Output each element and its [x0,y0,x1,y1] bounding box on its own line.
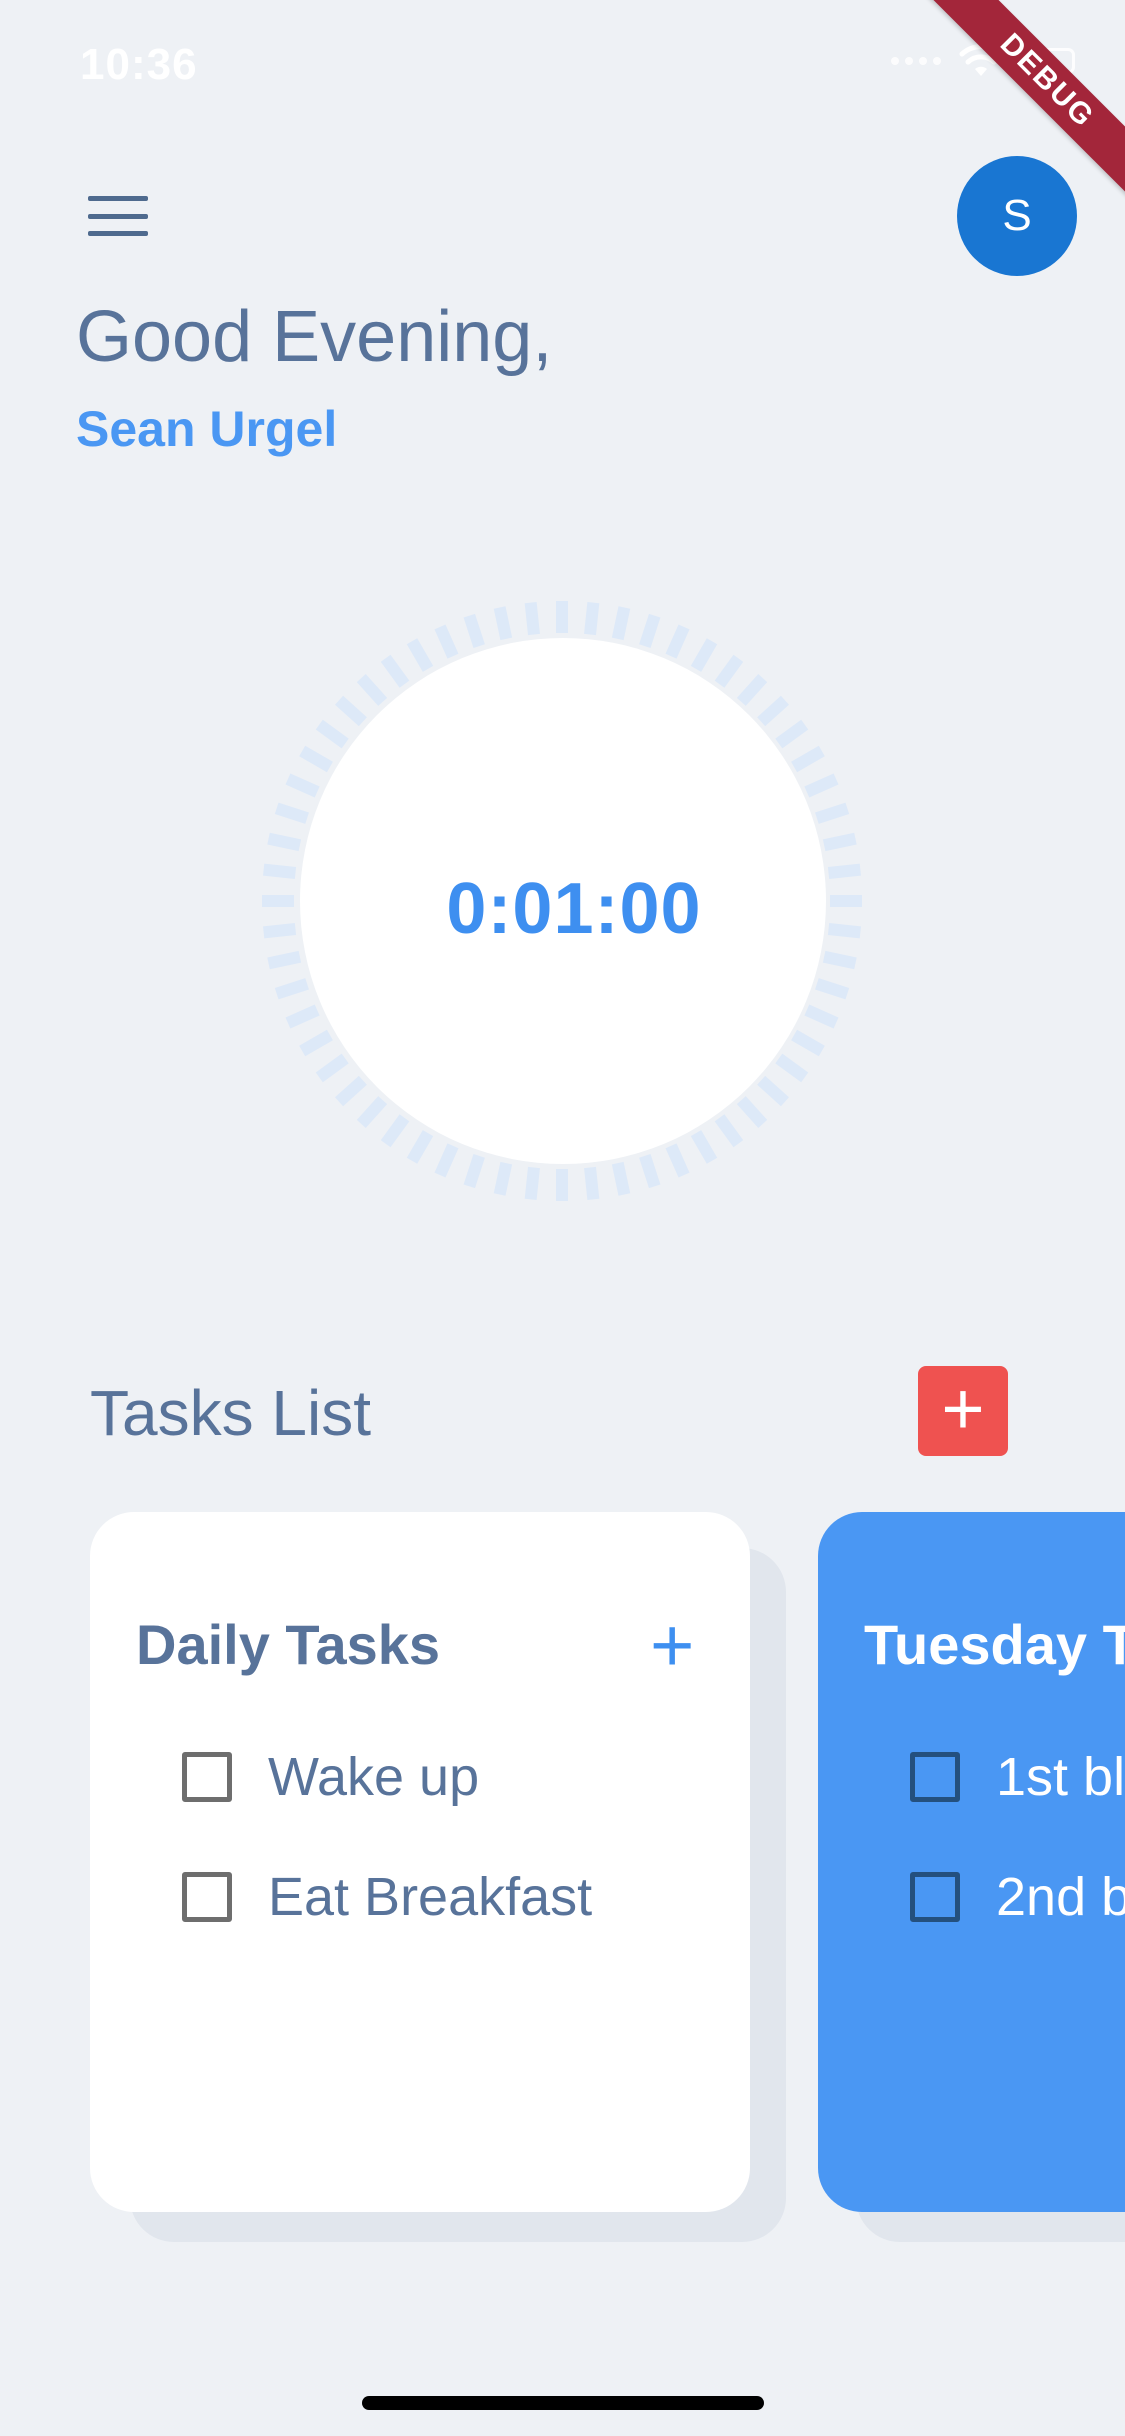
tasks-list-title: Tasks List [90,1377,371,1449]
timer-tick [775,1053,809,1083]
timer-tick [335,695,367,727]
timer-tick [493,606,513,641]
timer-tick [335,1075,367,1107]
status-bar-time: 10:36 [80,40,198,89]
task-item[interactable]: 1st bl [910,1746,1125,1808]
timer-tick [274,802,309,824]
timer-tick [639,613,661,648]
timer-tick [690,1130,718,1164]
home-indicator [362,2396,764,2410]
checkbox[interactable] [182,1872,232,1922]
signal-icon [891,57,941,65]
task-label: Wake up [268,1747,480,1807]
timer-tick [775,719,809,749]
timer-tick [714,1114,744,1148]
timer-tick [315,719,349,749]
timer-tick [611,606,631,641]
timer-tick [434,1143,459,1178]
timer-face[interactable]: 0:01:00 [300,638,826,1164]
timer-tick [584,602,600,636]
avatar[interactable]: S [957,156,1077,276]
timer-tick [380,654,410,688]
timer-tick [267,832,302,852]
user-name: Sean Urgel [76,401,338,457]
task-label: Eat Breakfast [268,1867,593,1927]
timer-tick [791,1029,825,1057]
timer-tick [356,674,388,706]
timer-tick [827,923,861,939]
task-item[interactable]: 2nd b [910,1866,1125,1928]
timer-tick [714,654,744,688]
card-title: Daily Tasks [136,1613,441,1676]
timer-tick [299,1029,333,1057]
timer-tick [815,802,850,824]
timer-tick [757,1075,789,1107]
task-label: 2nd b [996,1867,1125,1927]
task-list-card-tuesday[interactable]: Tuesday T 1st bl 2nd b [818,1512,1125,2212]
timer-tick [406,1130,434,1164]
timer-tick [822,950,857,970]
timer-tick [665,1143,690,1178]
timer-tick [804,1004,839,1029]
timer-tick [815,978,850,1000]
timer-tick [757,695,789,727]
card-title: Tuesday T [864,1613,1125,1676]
timer-tick [463,613,485,648]
checkbox[interactable] [910,1872,960,1922]
timer-tick [736,1096,768,1128]
app-screen: 10:36 DEBUG S Good Evening, Sean Urgel 0… [0,0,1125,2436]
task-list-card-daily[interactable]: Daily Tasks + Wake up Eat Breakfast [90,1512,750,2212]
timer-tick [736,674,768,706]
timer-tick [822,832,857,852]
timer-tick [434,624,459,659]
timer-tick [690,638,718,672]
timer-tick [356,1096,388,1128]
add-task-button[interactable]: + [650,1608,694,1684]
timer-tick [804,773,839,798]
checkbox[interactable] [910,1752,960,1802]
timer-tick [639,1154,661,1189]
timer-tick [827,863,861,879]
timer-tick [263,923,297,939]
timer-tick [463,1154,485,1189]
timer-tick [524,1166,540,1200]
timer-tick [285,773,320,798]
timer-tick [791,745,825,773]
hamburger-menu-icon[interactable] [82,190,154,242]
timer-tick [524,602,540,636]
task-item[interactable]: Eat Breakfast [182,1866,592,1928]
timer-tick [380,1114,410,1148]
timer-tick [406,638,434,672]
timer-tick [665,624,690,659]
add-task-list-button[interactable]: + [918,1366,1008,1456]
countdown-timer[interactable]: 0:01:00 [262,596,862,1206]
timer-tick [274,978,309,1000]
timer-tick [299,745,333,773]
timer-tick [267,950,302,970]
timer-display: 0:01:00 [446,869,702,949]
timer-tick [611,1161,631,1196]
task-item[interactable]: Wake up [182,1746,479,1808]
checkbox[interactable] [182,1752,232,1802]
timer-tick [285,1004,320,1029]
timer-tick [263,863,297,879]
timer-tick [584,1166,600,1200]
timer-tick [315,1053,349,1083]
task-label: 1st bl [996,1747,1125,1807]
greeting-text: Good Evening, [76,297,553,377]
timer-tick [493,1161,513,1196]
